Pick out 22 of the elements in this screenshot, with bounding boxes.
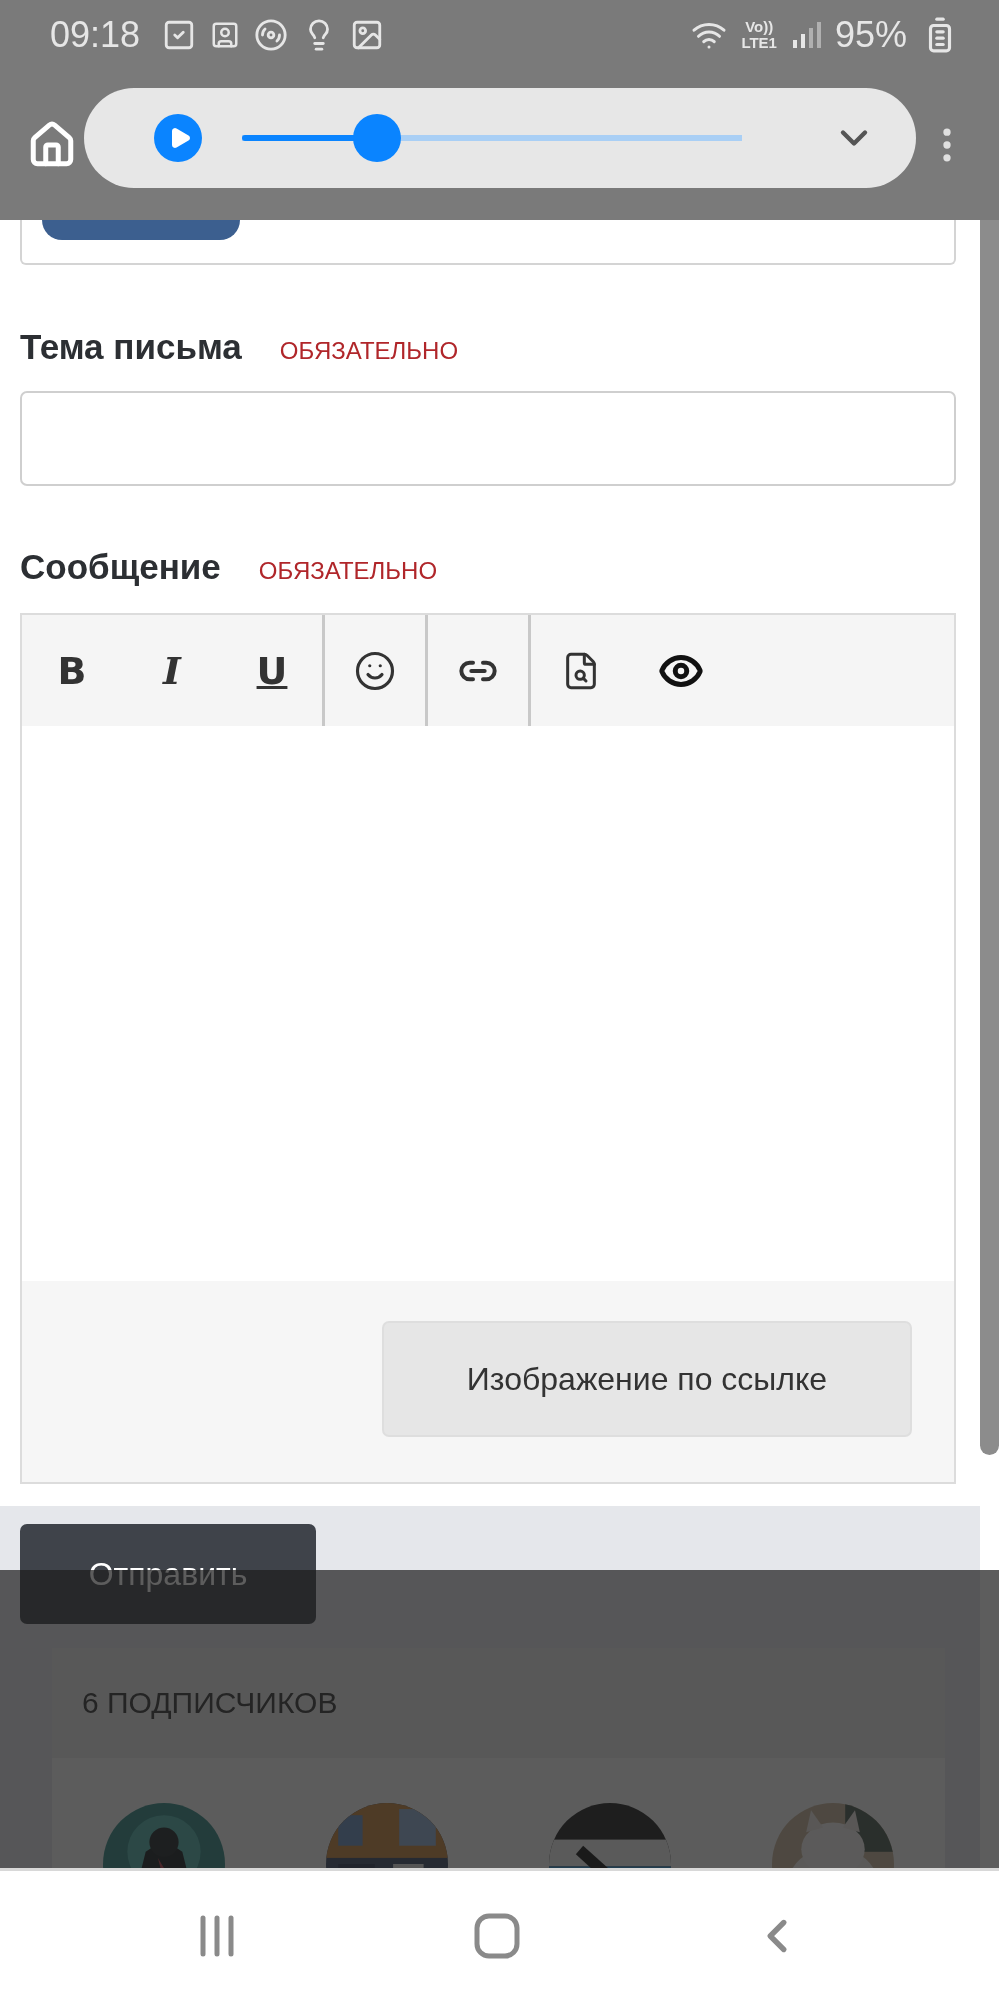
- volte-label: Vo)): [745, 19, 774, 35]
- home-button[interactable]: [473, 1911, 521, 1960]
- underline-button[interactable]: U: [222, 615, 322, 726]
- bold-button[interactable]: B: [22, 615, 122, 726]
- clock-time: 09:18: [50, 14, 141, 56]
- disc-icon: [254, 18, 289, 52]
- italic-button[interactable]: I: [122, 615, 222, 726]
- subject-input[interactable]: [20, 391, 956, 486]
- field-label: Сообщение: [20, 547, 221, 587]
- action-button[interactable]: [42, 220, 240, 240]
- battery-percent: 95%: [834, 14, 907, 56]
- network-label: LTE1: [741, 35, 777, 51]
- seek-thumb[interactable]: [353, 114, 401, 162]
- signal-icon: [790, 20, 821, 50]
- required-label: ОБЯЗАТЕЛЬНО: [258, 557, 438, 585]
- field-label: Тема письма: [20, 327, 242, 367]
- required-label: ОБЯЗАТЕЛЬНО: [279, 337, 459, 365]
- scrollbar[interactable]: [980, 220, 999, 1455]
- smiley-icon: [354, 649, 396, 692]
- image-link-button[interactable]: Изображение по ссылке: [382, 1321, 912, 1437]
- square-icon: [210, 20, 241, 50]
- play-button[interactable]: [154, 114, 202, 162]
